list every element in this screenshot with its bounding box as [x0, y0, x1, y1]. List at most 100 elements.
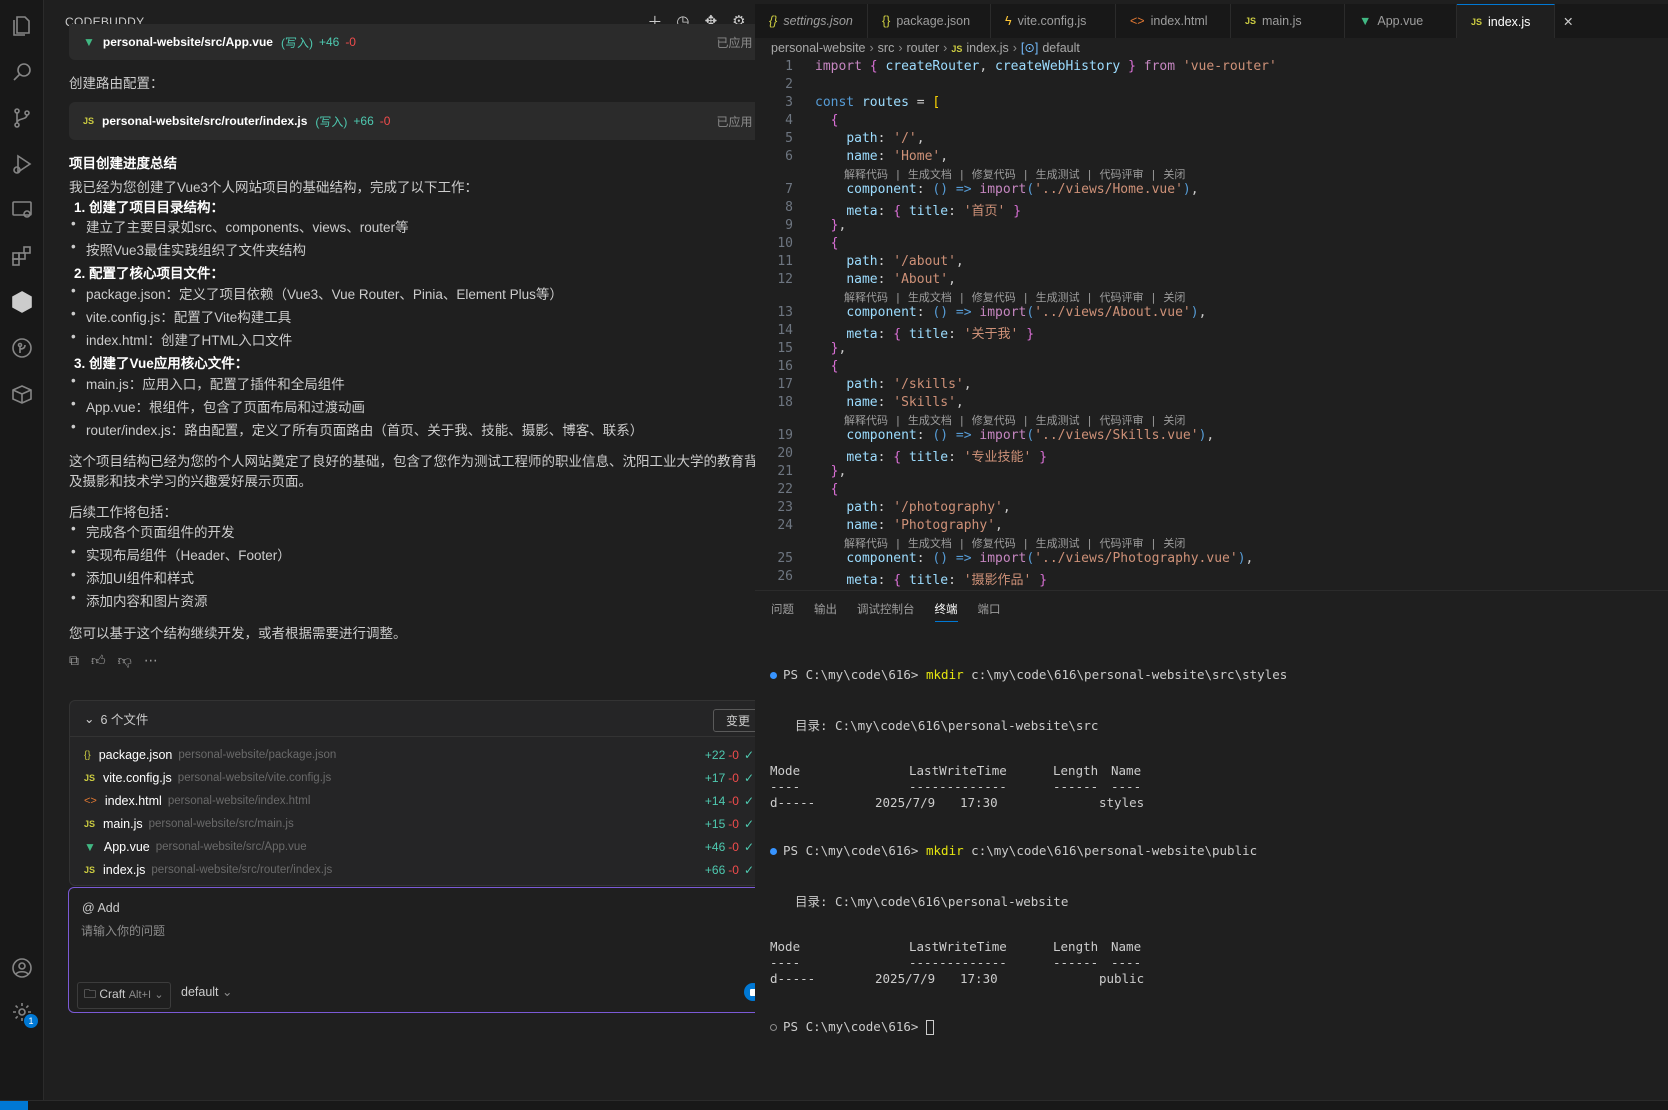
status-bar	[0, 1100, 1668, 1110]
breadcrumb-item[interactable]: personal-website	[771, 41, 866, 55]
search-icon[interactable]	[8, 58, 36, 86]
line-number: 22	[777, 482, 793, 497]
chevron-down-icon: ⌄	[84, 712, 95, 726]
mode-select[interactable]: 🗀 Craft Alt+I ⌄	[77, 982, 171, 1009]
code-line: meta: { title: '摄影作品' }	[846, 573, 1048, 588]
extensions-icon[interactable]	[8, 242, 36, 270]
file-diff-stat: +14 -0 ✓	[704, 794, 754, 808]
terminal-header-line: Mode LastWriteTime Length Name	[770, 763, 1142, 778]
summary-paragraph-line: 及摄影和技术学习的兴趣爱好展示页面。	[69, 474, 312, 489]
terminal-dash-line: ---- ------------- ------ ----	[770, 779, 1142, 794]
close-icon[interactable]: ✕	[1555, 4, 1585, 38]
changed-files-header[interactable]: ⌄ 6 个文件 变更	[70, 701, 773, 737]
remote-explorer-icon[interactable]	[8, 196, 36, 224]
changed-file-row[interactable]: JS index.js personal-website/src/router/…	[84, 859, 764, 881]
explorer-icon[interactable]	[8, 12, 36, 40]
line-number: 23	[777, 500, 793, 515]
code-line: {	[830, 113, 839, 128]
vue-icon: ▼	[84, 840, 96, 854]
folder-icon: 🗀	[84, 987, 97, 1001]
codebuddy-icon[interactable]	[8, 288, 36, 316]
manage-icon[interactable]: 1	[8, 998, 38, 1028]
json-icon: {}	[769, 14, 778, 28]
breadcrumb-item[interactable]: index.js	[966, 41, 1008, 55]
list-item: App.vue：根组件，包含了页面布局和过渡动画	[71, 396, 365, 416]
changed-files-count: 6 个文件	[100, 713, 149, 727]
code-line: name: 'Photography',	[846, 518, 1003, 533]
code-line: name: 'Skills',	[846, 395, 964, 410]
code-line: },	[830, 341, 847, 356]
followup-title: 后续工作将包括：	[69, 505, 177, 520]
file-name: index.js	[103, 863, 146, 877]
terminal[interactable]: PS C:\my\code\616> mkdir c:\my\code\616\…	[755, 591, 1668, 1101]
check-icon: ✓	[743, 748, 754, 762]
model-select[interactable]: default ⌄	[181, 984, 233, 999]
chevron-right-icon: ›	[943, 41, 948, 55]
manage-badge: 1	[24, 1014, 38, 1028]
changed-file-row[interactable]: ▼ App.vue personal-website/src/App.vue +…	[84, 836, 764, 858]
codelens-actions[interactable]: 解释代码 | 生成文档 | 修复代码 | 生成测试 | 代码评审 | 关闭	[844, 166, 1185, 182]
line-number: 7	[785, 182, 793, 197]
line-number: 11	[777, 254, 793, 269]
line-number: 4	[785, 113, 793, 128]
thumbs-down-icon[interactable]: 👎︎	[118, 652, 132, 669]
file-card-status: 已应用 •	[716, 35, 760, 50]
changed-file-row[interactable]: <> index.html personal-website/index.htm…	[84, 790, 764, 812]
code-line: {	[830, 359, 839, 374]
chat-input[interactable]	[81, 924, 681, 938]
changed-file-row[interactable]: JS main.js personal-website/src/main.js …	[84, 813, 764, 835]
line-number: 13	[777, 305, 793, 320]
tab-main-js[interactable]: JS main.js	[1231, 4, 1345, 38]
tab-index-js[interactable]: JS index.js	[1457, 4, 1555, 38]
run-debug-icon[interactable]	[8, 150, 36, 178]
codelens-actions[interactable]: 解释代码 | 生成文档 | 修复代码 | 生成测试 | 代码评审 | 关闭	[844, 412, 1185, 428]
package-icon[interactable]	[8, 380, 36, 408]
html-icon: <>	[84, 795, 97, 807]
add-context-button[interactable]: @ Add	[82, 901, 120, 915]
more-icon[interactable]: ⋯	[144, 652, 158, 669]
breadcrumb-item[interactable]: default	[1042, 41, 1080, 55]
list-item: 建立了主要目录如src、components、views、router等	[71, 216, 409, 236]
source-control-icon[interactable]	[8, 104, 36, 132]
terminal-row-line: d----- 2025/7/9 17:30 styles	[770, 795, 1145, 810]
file-card-status: 已应用 •	[716, 114, 760, 129]
variable-icon: [⊙]	[1020, 41, 1039, 55]
js-icon: JS	[84, 865, 96, 875]
code-line: path: '/skills',	[846, 377, 972, 392]
line-number: 14	[777, 323, 793, 338]
breadcrumb-item[interactable]: src	[878, 41, 895, 55]
code-editor[interactable]: 1 import { createRouter, createWebHistory…	[755, 58, 1668, 590]
json-icon: {}	[84, 749, 91, 761]
terminal-dash-line: ---- ------------- ------ ----	[770, 955, 1142, 970]
account-icon[interactable]	[8, 954, 36, 982]
tab-app-vue[interactable]: ▼ App.vue	[1345, 4, 1457, 38]
changed-file-row[interactable]: {} package.json personal-website/package…	[84, 744, 764, 766]
tab-settings-json[interactable]: {} settings.json	[755, 4, 868, 38]
line-number: 9	[785, 218, 793, 233]
chevron-down-icon: ⌄	[222, 985, 233, 999]
tab-index-html[interactable]: <> index.html	[1116, 4, 1231, 38]
remote-indicator[interactable]	[0, 1101, 28, 1110]
vue-icon: ▼	[1359, 14, 1372, 28]
editor-group: {} settings.json {} package.json ϟ vite.con…	[755, 0, 1668, 590]
file-card-router-index[interactable]: JS personal-website/src/router/index.js …	[69, 102, 774, 140]
line-number: 20	[777, 446, 793, 461]
line-number: 3	[785, 95, 793, 110]
line-number: 6	[785, 149, 793, 164]
check-icon: ✓	[743, 794, 754, 808]
codelens-actions[interactable]: 解释代码 | 生成文档 | 修复代码 | 生成测试 | 代码评审 | 关闭	[844, 289, 1185, 305]
command-pending-icon	[770, 1024, 777, 1031]
list-item: index.html：创建了HTML入口文件	[71, 329, 292, 349]
codelens-actions[interactable]: 解释代码 | 生成文档 | 修复代码 | 生成测试 | 代码评审 | 关闭	[844, 535, 1185, 551]
tab-vite-config[interactable]: ϟ vite.config.js	[991, 4, 1116, 38]
file-card-app-vue[interactable]: ▼ personal-website/src/App.vue (写入) +46 …	[69, 24, 774, 60]
file-name: package.json	[98, 748, 173, 762]
copy-icon[interactable]: ⧉	[69, 652, 79, 669]
tab-package-json[interactable]: {} package.json	[868, 4, 991, 38]
list-item: router/index.js：路由配置，定义了所有页面路由（首页、关于我、技能…	[71, 419, 643, 439]
breadcrumb-item[interactable]: router	[907, 41, 940, 55]
git-graph-icon[interactable]	[8, 334, 36, 362]
thumbs-up-icon[interactable]: 👍︎	[91, 652, 106, 669]
js-icon: JS	[84, 819, 96, 829]
changed-file-row[interactable]: JS vite.config.js personal-website/vite.…	[84, 767, 764, 789]
